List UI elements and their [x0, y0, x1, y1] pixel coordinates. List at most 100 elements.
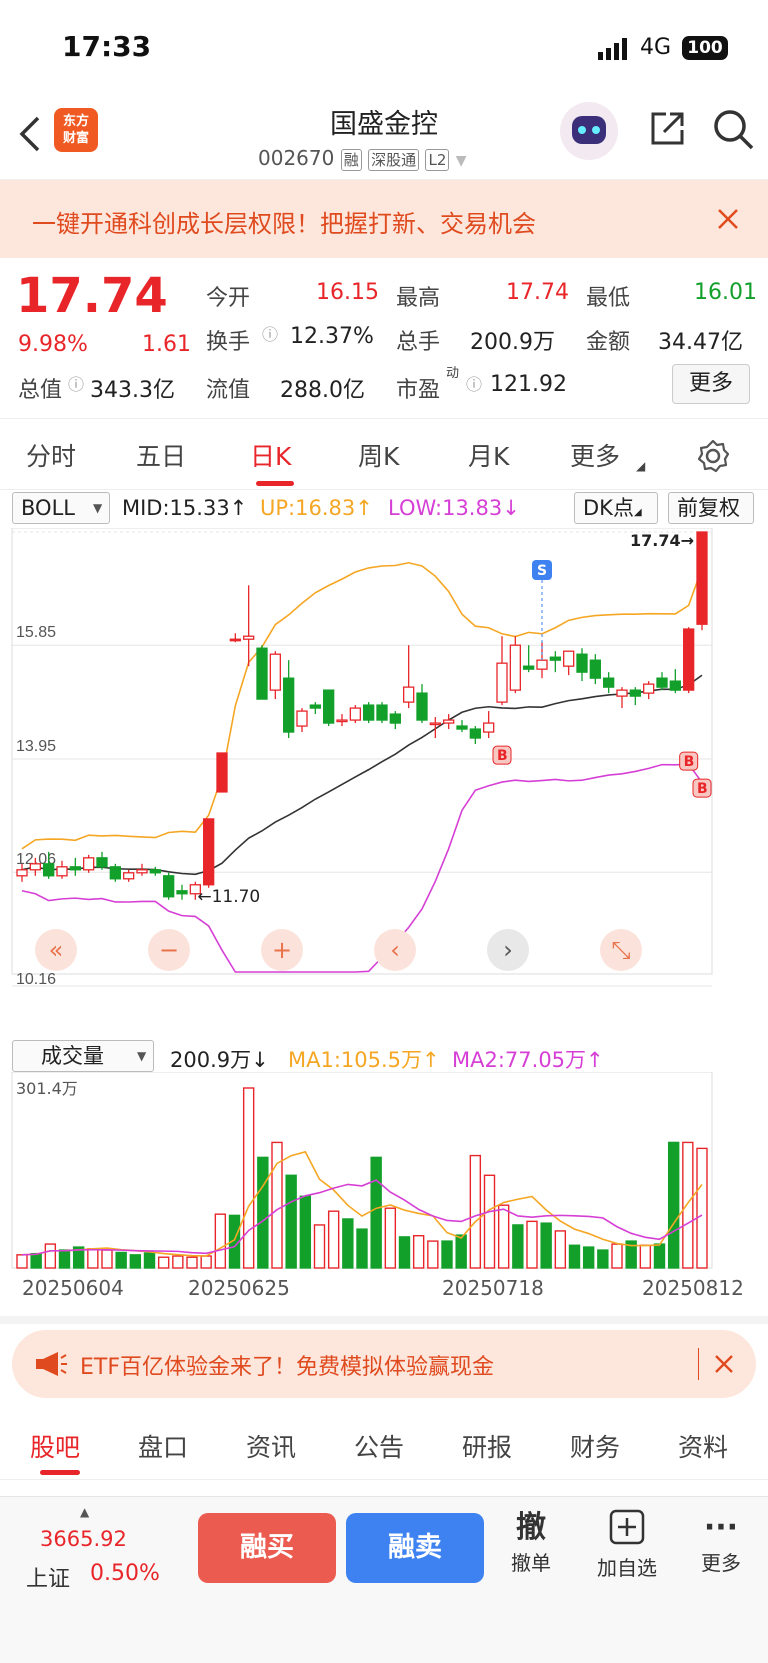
kline-svg[interactable]: 17.7415.8513.9512.0610.1617.74→←11.70BBB… [0, 511, 768, 1038]
volume-svg: 301.4万 [11, 1071, 713, 1269]
tab-financials[interactable]: 财务 [570, 1428, 620, 1464]
volume-bar [412, 1235, 425, 1269]
volume-bar [87, 1248, 99, 1269]
megaphone-icon [36, 1352, 67, 1376]
volume-bar [16, 1254, 28, 1269]
volume-bar [483, 1174, 496, 1269]
search-icon[interactable] [712, 108, 756, 152]
margin-buy-button[interactable]: 融买 [198, 1513, 336, 1583]
chevron-down-icon: ▼ [455, 153, 467, 169]
more-button[interactable]: ··· 更多 [686, 1509, 756, 1576]
caret-up-icon: ▲ [80, 1505, 90, 1519]
buy-marker: B [497, 748, 508, 764]
tab-monthly-k[interactable]: 月K [468, 437, 509, 473]
field-value-open: 16.15 [316, 280, 379, 305]
volume-bar [526, 1220, 538, 1269]
volume-bar [129, 1254, 142, 1269]
field-value-turnover: 12.37% [290, 324, 374, 349]
y-tick-label: 10.16 [16, 971, 56, 988]
cancel-label: 撤单 [511, 1551, 551, 1575]
tab-more[interactable]: 更多 [570, 437, 620, 473]
index-change: 0.50% [90, 1561, 160, 1586]
volume-bar [115, 1251, 127, 1269]
candle [363, 704, 375, 721]
close-icon[interactable] [716, 207, 740, 231]
candle [603, 677, 615, 688]
boll-lower-line [21, 763, 703, 973]
tab-intraday[interactable]: 分时 [26, 437, 76, 473]
active-tab-indicator [256, 481, 294, 486]
volume-select[interactable]: 成交量 ▼ [12, 1040, 154, 1072]
candle [549, 656, 561, 661]
volume-bar [653, 1243, 666, 1269]
candle [269, 653, 281, 691]
candle [389, 713, 401, 724]
share-icon[interactable] [648, 108, 688, 148]
volume-bar [682, 1141, 694, 1269]
current-price: 17.74 [16, 268, 168, 324]
margin-sell-button[interactable]: 融卖 [346, 1513, 484, 1583]
chart-control-icon: « [49, 936, 64, 964]
candle [296, 710, 308, 727]
dk-point-button[interactable]: DK点◢ [574, 492, 658, 524]
etf-banner[interactable]: ETF百亿体验金来了！免费模拟体验赢现金 [12, 1330, 756, 1398]
info-icon[interactable]: ⓘ [262, 321, 278, 345]
candle [336, 719, 348, 723]
tab-weekly-k[interactable]: 周K [358, 437, 399, 473]
index-value[interactable]: 3665.92 [40, 1527, 127, 1551]
indicator-select[interactable]: BOLL ▼ [12, 492, 110, 524]
candle [616, 689, 628, 697]
candle [696, 531, 708, 625]
tab-order-book[interactable]: 盘口 [138, 1428, 188, 1464]
chevron-down-icon: ▼ [93, 501, 103, 515]
tag-l2: L2 [425, 149, 450, 171]
field-label: 今开 [206, 286, 251, 311]
volume-chart[interactable]: 301.4万 [0, 1071, 768, 1272]
more-quote-button[interactable]: 更多 [672, 364, 750, 404]
chart-control-icon: − [159, 936, 179, 964]
cancel-order-button[interactable]: 撤 撤单 [496, 1509, 566, 1576]
candle [509, 644, 521, 691]
info-icon[interactable]: ⓘ [466, 371, 482, 395]
field-value-low: 16.01 [694, 280, 757, 305]
settings-icon[interactable] [696, 439, 730, 473]
network-type: 4G [640, 35, 672, 60]
adjust-button[interactable]: 前复权 [668, 492, 754, 524]
cancel-icon: 撤 [516, 1510, 546, 1545]
chart-frame [11, 527, 713, 975]
candle [69, 866, 81, 871]
volume-bar [667, 1141, 680, 1269]
field-label: 市盈 [396, 378, 441, 403]
candle [589, 659, 601, 679]
candle [283, 677, 295, 733]
tab-guba[interactable]: 股吧 [30, 1428, 80, 1464]
volume-bar [285, 1174, 297, 1269]
candle [56, 866, 68, 877]
tab-daily-k[interactable]: 日K [250, 437, 291, 473]
field-label: 金额 [586, 330, 631, 355]
info-icon[interactable]: ⓘ [68, 371, 84, 395]
field-label: 流值 [206, 378, 251, 403]
volume-bar [497, 1204, 510, 1269]
volume-bar [582, 1246, 595, 1269]
volume-bar [172, 1255, 184, 1269]
section-tabs: 股吧 盘口 资讯 公告 研报 财务 资料 [0, 1410, 768, 1480]
promo-banner[interactable]: 一键开通科创成长层权限！把握打新、交易机会 [0, 180, 768, 258]
volume-bar [554, 1230, 567, 1269]
stock-code-row[interactable]: 002670 融 深股通 L2 ▼ [258, 146, 467, 171]
kline-chart[interactable]: 17.7415.8513.9512.0610.1617.74→←11.70BBB… [0, 511, 768, 1038]
tab-announcements[interactable]: 公告 [354, 1428, 404, 1464]
close-icon[interactable] [714, 1354, 734, 1374]
etf-banner-text: ETF百亿体验金来了！免费模拟体验赢现金 [80, 1355, 494, 1380]
date-label: 20250812 [642, 1276, 744, 1300]
robot-assistant-icon[interactable] [560, 102, 618, 160]
tab-profile[interactable]: 资料 [678, 1428, 728, 1464]
tag-connect: 深股通 [368, 149, 420, 171]
tab-news[interactable]: 资讯 [246, 1428, 296, 1464]
candle [309, 704, 321, 709]
tab-five-day[interactable]: 五日 [136, 437, 186, 473]
tab-research[interactable]: 研报 [462, 1428, 512, 1464]
add-watchlist-button[interactable]: 加自选 [590, 1509, 664, 1581]
chart-control-icon: + [272, 936, 292, 964]
volume-bar [455, 1234, 467, 1269]
